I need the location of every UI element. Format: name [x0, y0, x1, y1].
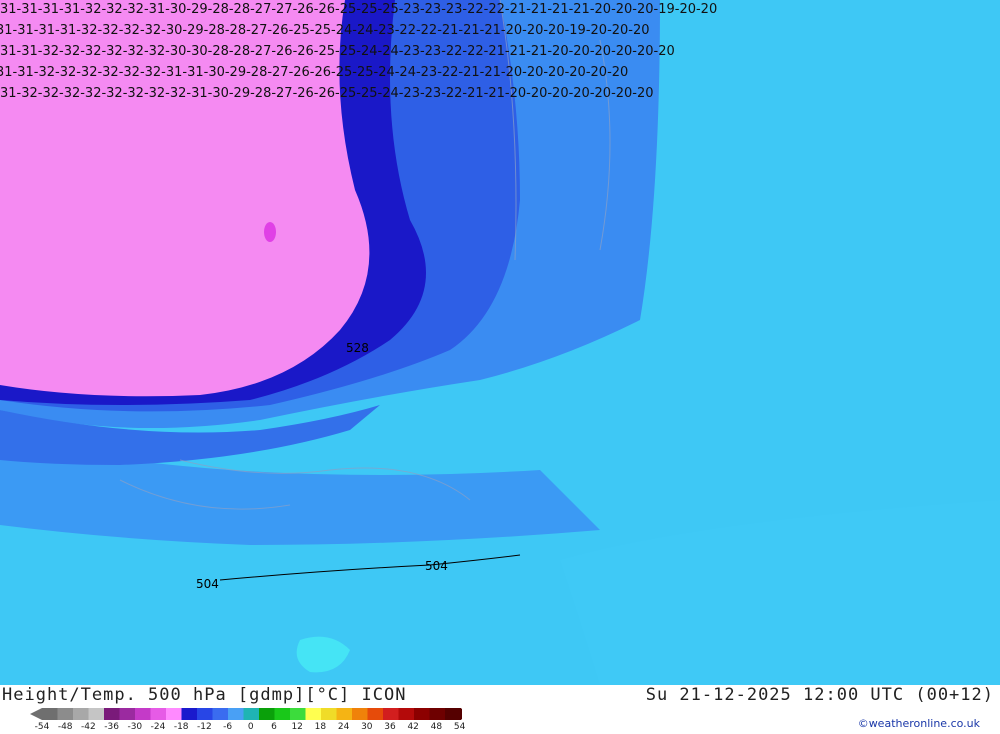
temperature-row: 31-31-32-32-32-32-32-32-30-30-28-28-27-2… — [0, 44, 675, 59]
isohypse-label-528: 528 — [346, 341, 369, 355]
scale-tick-label: -48 — [57, 722, 73, 732]
scale-swatch — [445, 708, 461, 720]
temp-band-minus-32 — [0, 0, 370, 397]
scale-tick-label: 12 — [291, 722, 303, 732]
temp-spot-minus-33 — [264, 222, 276, 242]
scale-tick-label: -54 — [34, 722, 50, 732]
scale-swatch — [274, 708, 291, 720]
scale-swatch — [367, 708, 384, 720]
scale-tick-label: -12 — [197, 722, 212, 732]
scale-swatch — [73, 708, 89, 720]
temperature-row: 31-32-32-32-32-32-32-32-32-31-30-29-28-2… — [0, 86, 654, 101]
scale-swatch — [88, 708, 105, 720]
scale-tick-label: -42 — [81, 722, 96, 732]
scale-swatch — [414, 708, 430, 720]
color-scale-bar — [30, 708, 462, 720]
map-title: Height/Temp. 500 hPa [gdmp][°C] ICON — [2, 685, 407, 705]
scale-swatch — [104, 708, 120, 720]
scale-tick-label: -6 — [223, 722, 233, 732]
map-canvas: 31-31-31-31-32-32-32-31-30-29-28-28-27-2… — [0, 0, 1000, 685]
scale-tick-label: -36 — [104, 722, 119, 732]
scale-right-arrow — [460, 708, 462, 720]
scale-tick-label: 54 — [453, 722, 466, 732]
temperature-row: 31-31-31-31-32-32-32-32-30-29-28-28-27-2… — [0, 23, 650, 38]
scale-swatch — [212, 708, 229, 720]
scale-swatch — [57, 708, 74, 720]
scale-tick-label: 6 — [271, 722, 277, 732]
scale-tick-label: 36 — [384, 722, 396, 732]
scale-swatch — [166, 708, 182, 720]
scale-tick-label: 24 — [337, 722, 350, 732]
scale-tick-label: -18 — [173, 722, 189, 732]
scale-tick-label: -30 — [127, 722, 143, 732]
scale-tick-label: 30 — [361, 722, 373, 732]
valid-time: Su 21-12-2025 12:00 UTC (00+12) — [645, 685, 994, 705]
scale-swatch — [150, 708, 167, 720]
scale-swatch — [321, 708, 337, 720]
temperature-row: 31-31-31-31-32-32-32-31-30-29-28-28-27-2… — [0, 2, 717, 17]
scale-tick-label: 0 — [247, 722, 254, 732]
scale-swatch — [290, 708, 306, 720]
weather-map: 31-31-31-31-32-32-32-31-30-29-28-28-27-2… — [0, 0, 1000, 685]
scale-swatch — [352, 708, 368, 720]
scale-tick-label: -24 — [150, 722, 166, 732]
scale-swatch — [259, 708, 275, 720]
isohypse-label-504: 504 — [425, 559, 448, 573]
scale-swatch — [42, 708, 58, 720]
scale-swatch — [305, 708, 322, 720]
scale-swatch — [429, 708, 446, 720]
credit-link[interactable]: ©weatheronline.co.uk — [858, 717, 980, 730]
scale-ticks: -54 -48 -42 -36 -30 -24 -18 -12 -6 0 6 12 18 24 30 36 42… — [31, 722, 471, 734]
legend-footer: Height/Temp. 500 hPa [gdmp][°C] ICON Su … — [0, 685, 1000, 733]
scale-swatch — [135, 708, 151, 720]
scale-tick-label: 18 — [314, 722, 327, 732]
scale-tick-label: 42 — [407, 722, 419, 732]
scale-swatch — [383, 708, 399, 720]
scale-swatch — [228, 708, 244, 720]
scale-left-arrow — [30, 708, 42, 720]
scale-tick-label: 48 — [430, 722, 443, 732]
scale-swatch — [119, 708, 136, 720]
scale-swatch — [398, 708, 415, 720]
scale-swatch — [336, 708, 353, 720]
scale-swatch — [181, 708, 198, 720]
scale-swatch — [243, 708, 260, 720]
temperature-row: 31-31-32-32-32-32-32-32-31-31-30-29-28-2… — [0, 65, 628, 80]
temperature-labels: 31-31-31-31-32-32-32-31-30-29-28-28-27-2… — [0, 2, 717, 101]
scale-swatch — [197, 708, 213, 720]
isohypse-label-504-west: 504 — [196, 577, 219, 591]
